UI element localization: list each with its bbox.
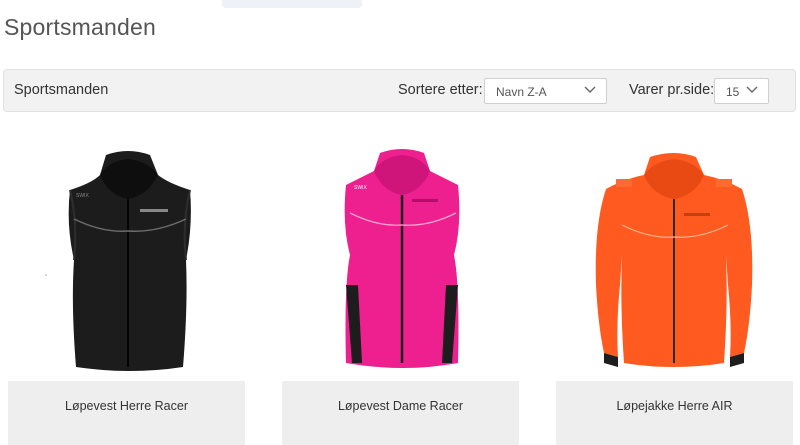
- product-name-box: Løpevest Dame Racer: [282, 381, 519, 445]
- product-name[interactable]: Løpevest Herre Racer: [8, 381, 245, 413]
- svg-text:SWIX: SWIX: [76, 193, 89, 199]
- page-title: Sportsmanden: [4, 14, 156, 40]
- svg-text:SWIX: SWIX: [354, 185, 367, 191]
- chevron-down-icon: [746, 86, 758, 93]
- category-title: Sportsmanden: [14, 82, 109, 98]
- product-name[interactable]: Løpevest Dame Racer: [282, 381, 519, 413]
- product-image[interactable]: [556, 135, 793, 381]
- product-card[interactable]: Løpejakke Herre AIR: [556, 135, 793, 445]
- product-card[interactable]: SWIX Løpevest Herre Racer: [8, 135, 245, 445]
- product-name-box: Løpevest Herre Racer: [8, 381, 245, 445]
- product-card[interactable]: SWIX Løpevest Dame Racer: [282, 135, 519, 445]
- per-page-select[interactable]: 15: [714, 78, 769, 104]
- sort-label: Sortere etter:: [398, 82, 483, 98]
- product-image[interactable]: SWIX: [8, 135, 245, 381]
- black-running-vest-image: SWIX: [45, 151, 191, 371]
- chevron-down-icon: [584, 86, 596, 93]
- orange-running-jacket-image: [595, 153, 753, 367]
- top-banner-fragment: [222, 0, 362, 8]
- product-name[interactable]: Løpejakke Herre AIR: [556, 381, 793, 413]
- per-page-select-value: 15: [726, 85, 740, 99]
- per-page-label: Varer pr.side:: [629, 82, 715, 98]
- pink-running-vest-image: SWIX: [344, 149, 460, 368]
- product-image[interactable]: SWIX: [282, 135, 519, 381]
- product-name-box: Løpejakke Herre AIR: [556, 381, 793, 445]
- sort-select-value: Navn Z-A: [496, 85, 547, 99]
- sort-select[interactable]: Navn Z-A: [484, 78, 607, 104]
- product-grid: SWIX Løpevest Herre Racer SWIX Løpevest …: [0, 135, 800, 445]
- category-toolbar: Sportsmanden Sortere etter: Navn Z-A Var…: [3, 69, 796, 112]
